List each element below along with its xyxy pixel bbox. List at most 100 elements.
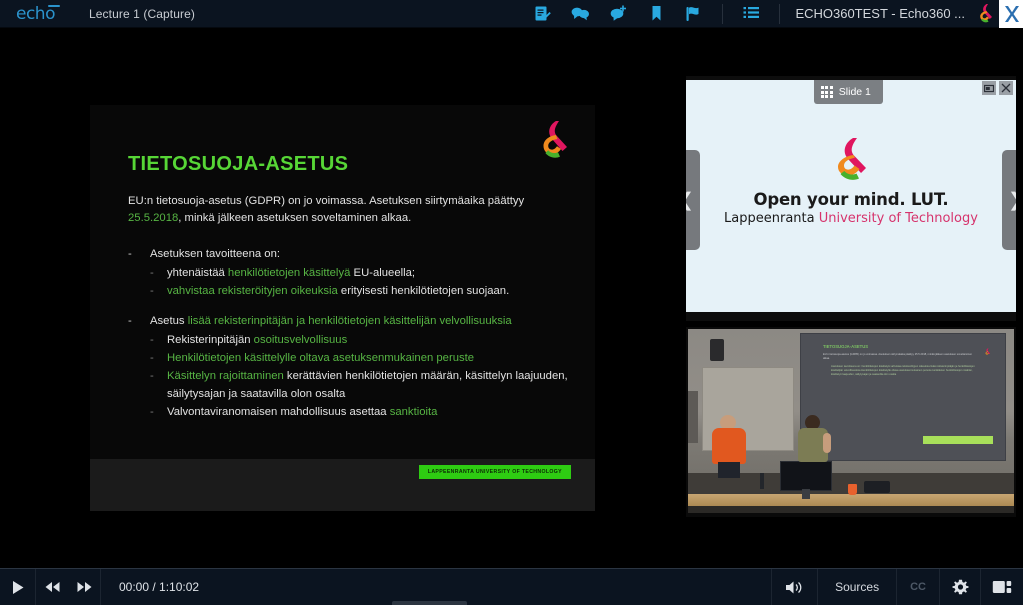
- projected-sub-2b: Henkilötietojen käsittelylle oltava aset…: [861, 369, 932, 373]
- bullet-dash: -: [150, 285, 154, 297]
- camera-video-frame: TIETOSUOJA-ASETUS EU:n tietosuoja-asetus…: [688, 329, 1014, 513]
- microphone: [760, 473, 764, 489]
- bookmark-icon[interactable]: [637, 0, 675, 28]
- topbar-divider-2: [779, 3, 781, 24]
- layout-toggle-icon[interactable]: [981, 569, 1023, 605]
- slide-subbullet-2d: - Valvontaviranomaisen mahdollisuus aset…: [150, 403, 573, 421]
- slide-footer-badge: LAPPEENRANTA UNIVERSITY OF TECHNOLOGY: [418, 465, 571, 479]
- scrubber-tooltip: [392, 600, 468, 605]
- person-1-body: [712, 428, 746, 464]
- sub1a-pre: yhtenäistää: [167, 267, 228, 279]
- slide-subbullet-2b-text: Henkilötietojen käsittelylle oltava aset…: [167, 352, 475, 364]
- slide-preview-panel[interactable]: Slide 1 ❮ ❯: [686, 76, 1016, 321]
- sub1b-post: erityisesti henkilötietojen suojaan.: [337, 285, 510, 297]
- preview-subline: Lappeenranta University of Technology: [686, 211, 1016, 226]
- bullet-dash: -: [150, 406, 154, 418]
- topbar-divider-1: [722, 3, 724, 24]
- right-column: Slide 1 ❮ ❯: [686, 76, 1016, 517]
- slide-paragraph-date: 25.5.2018: [128, 212, 179, 224]
- slide-paragraph-post: , minkä jälkeen asetuksen soveltaminen a…: [178, 212, 412, 224]
- volume-icon[interactable]: [772, 569, 817, 605]
- closed-captions-button[interactable]: CC: [897, 581, 939, 593]
- sub1a-post: EU-alueella;: [350, 267, 416, 279]
- preview-subline-black: Lappeenranta: [724, 211, 819, 226]
- play-button[interactable]: [0, 569, 35, 605]
- preview-subline-pink: University of Technology: [818, 211, 978, 226]
- slide-title: TIETOSUOJA-ASETUS: [128, 153, 349, 175]
- slide-lut-logo-icon: [535, 119, 573, 165]
- desk-equipment: [864, 481, 890, 493]
- sub2a-highlight: osoitusvelvollisuus: [253, 334, 348, 346]
- camera-video-panel[interactable]: TIETOSUOJA-ASETUS EU:n tietosuoja-asetus…: [686, 327, 1016, 517]
- slide-subbullet-2a: - Rekisterinpitäjän osoitusvelvollisuus: [150, 331, 573, 349]
- projected-slide-bullets: Asetuksen tavoitteena on: henkilötietoje…: [831, 365, 981, 378]
- rewind-button[interactable]: [36, 569, 68, 605]
- echo-logo[interactable]: echo: [16, 4, 68, 24]
- main-slide-view[interactable]: TIETOSUOJA-ASETUS EU:n tietosuoja-asetus…: [90, 105, 595, 511]
- projected-lut-logo-icon: [984, 343, 991, 355]
- sub2c-highlight: Käsittelyn rajoittaminen: [167, 370, 284, 382]
- class-list-icon[interactable]: [732, 0, 770, 28]
- swap-view-icon[interactable]: [982, 81, 996, 95]
- projected-para-date: 25.5.2018: [914, 353, 927, 356]
- notes-icon[interactable]: [523, 0, 561, 28]
- lecture-title: Lecture 1 (Capture): [89, 6, 195, 21]
- slide-bullet-1: - Asetuksen tavoitteena on:: [128, 245, 573, 264]
- progress-scrubber[interactable]: [217, 569, 771, 605]
- preview-panel-controls: [982, 81, 1013, 95]
- projected-slide-title: TIETOSUOJA-ASETUS: [823, 344, 869, 349]
- settings-gear-icon[interactable]: [940, 569, 980, 605]
- add-question-icon[interactable]: [599, 0, 637, 28]
- lut-logo-icon: [828, 136, 874, 184]
- slide-bullet-2: - Asetus lisää rekisterinpitäjän ja henk…: [128, 312, 573, 331]
- course-title[interactable]: ECHO360TEST - Echo360 ...: [795, 6, 965, 21]
- discussions-icon[interactable]: [561, 0, 599, 28]
- slide-bullet-list: - Asetuksen tavoitteena on: - yhtenäistä…: [128, 245, 573, 421]
- grid-icon[interactable]: [821, 86, 833, 98]
- fast-forward-button[interactable]: [68, 569, 100, 605]
- bullet-dash: -: [128, 248, 132, 260]
- person-1-legs: [718, 462, 740, 478]
- bullet-gap: [128, 300, 573, 312]
- sub2d-pre: Valvontaviranomaisen mahdollisuus asetta…: [167, 406, 390, 418]
- bullet-dash: -: [150, 334, 154, 346]
- preview-slide-content: Open your mind. LUT. Lappeenranta Univer…: [686, 136, 1016, 226]
- sub1a-highlight: henkilötietojen käsittelyä: [227, 267, 351, 279]
- floor: [688, 506, 1014, 513]
- echo-logo-bar: [48, 4, 60, 7]
- close-icon[interactable]: [999, 81, 1013, 95]
- slide-subbullet-1a: - yhtenäistää henkilötietojen käsittelyä…: [150, 264, 573, 282]
- time-display: 00:00 / 1:10:02: [119, 580, 200, 594]
- slide-subbullet-2a-text: Rekisterinpitäjän osoitusvelvollisuus: [167, 331, 347, 349]
- top-bar: echo Lecture 1 (Capture) ECHO360TEST - E…: [0, 0, 1023, 28]
- person-2-arm: [823, 433, 831, 453]
- presenter-person-1: [712, 415, 746, 478]
- lut-brand-icon: [975, 2, 997, 26]
- slide-subbullet-1a-text: yhtenäistää henkilötietojen käsittelyä E…: [167, 264, 415, 282]
- slide-subbullet-2b: - Henkilötietojen käsittelylle oltava as…: [150, 349, 573, 367]
- slide-subbullet-2c: - Käsittelyn rajoittaminen kerättävien h…: [150, 367, 573, 403]
- slide-paragraph: EU:n tietosuoja-asetus (GDPR) on jo voim…: [128, 193, 548, 227]
- sources-button[interactable]: Sources: [818, 580, 896, 594]
- bullet2-highlight: lisää rekisterinpitäjän ja henkilötietoj…: [187, 315, 512, 327]
- slide-paragraph-pre: EU:n tietosuoja-asetus (GDPR) on jo voim…: [128, 195, 525, 207]
- x-brand-icon[interactable]: [999, 0, 1023, 28]
- slide-subbullet-1b: - vahvistaa rekisteröityjen oikeuksia er…: [150, 282, 573, 300]
- slide-subbullet-2d-text: Valvontaviranomaisen mahdollisuus asetta…: [167, 403, 437, 421]
- bullet-dash: -: [150, 370, 154, 382]
- flag-icon[interactable]: [675, 0, 713, 28]
- bullet-dash: -: [150, 267, 154, 279]
- slide-number-label: Slide 1: [838, 86, 871, 98]
- sub2d-highlight: sanktioita: [389, 406, 438, 418]
- slide-content: TIETOSUOJA-ASETUS EU:n tietosuoja-asetus…: [90, 105, 595, 511]
- sub2a-pre: Rekisterinpitäjän: [167, 334, 254, 346]
- slide-subbullet-1b-text: vahvistaa rekisteröityjen oikeuksia erit…: [167, 282, 509, 300]
- ceiling-camera: [710, 339, 724, 361]
- projected-para-pre: EU:n tietosuoja-asetus (GDPR) on jo voim…: [823, 353, 915, 356]
- slide-bullet-2-text: Asetus lisää rekisterinpitäjän ja henkil…: [150, 312, 512, 331]
- slide-selector-tab[interactable]: Slide 1: [814, 80, 883, 104]
- bullet2-pre: Asetus: [150, 315, 188, 327]
- sub1b-highlight: vahvistaa rekisteröityjen oikeuksia: [167, 285, 338, 297]
- echo360-player-window: echo Lecture 1 (Capture) ECHO360TEST - E…: [0, 0, 1023, 605]
- projected-slide-paragraph: EU:n tietosuoja-asetus (GDPR) on jo voim…: [823, 353, 973, 361]
